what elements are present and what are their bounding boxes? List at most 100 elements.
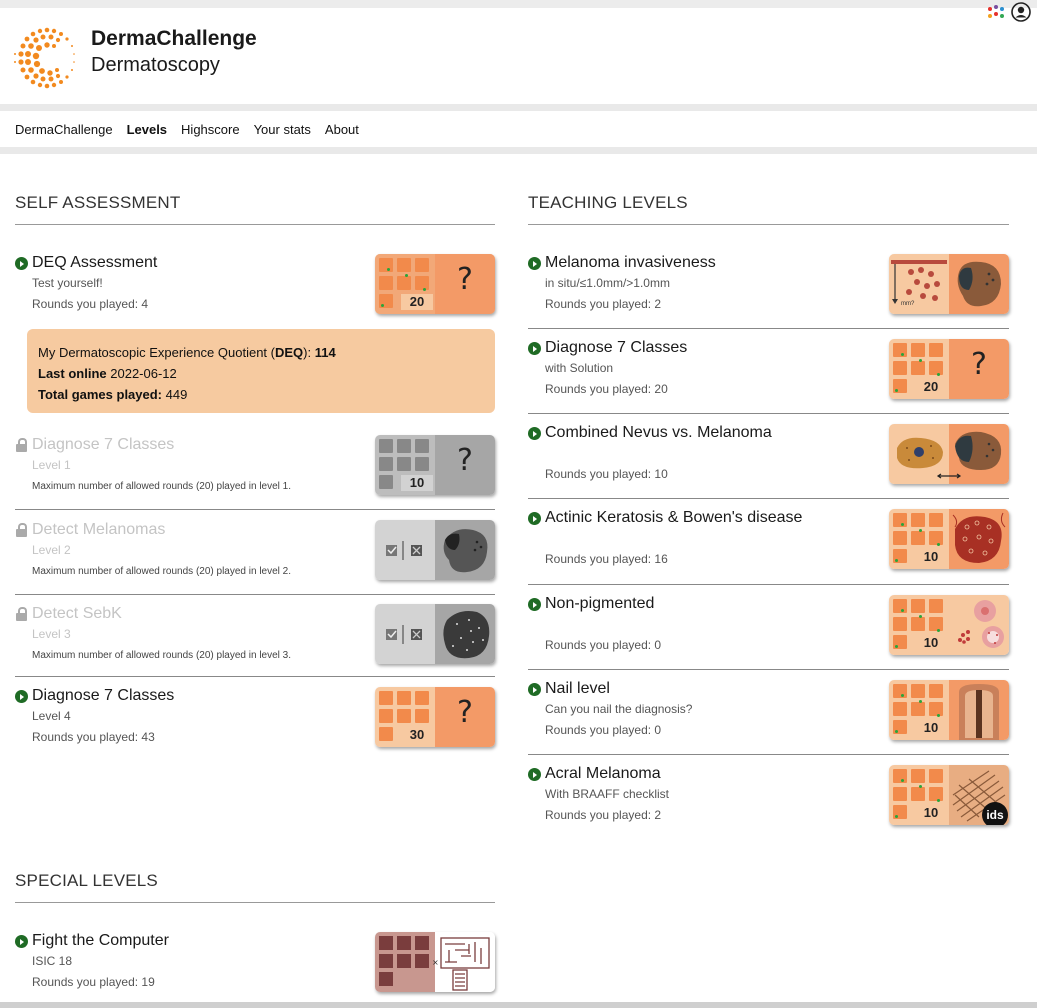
header-icons [986, 2, 1031, 22]
level-name[interactable]: Melanoma invasiveness [545, 254, 716, 272]
section-rule [528, 224, 1009, 225]
nav-about[interactable]: About [325, 122, 359, 137]
special-levels-title: SPECIAL LEVELS [15, 871, 158, 890]
nav-dermachallenge[interactable]: DermaChallenge [15, 122, 113, 137]
question-icon: ? [457, 443, 473, 478]
level-sub: Level 1 [32, 458, 71, 472]
level-thumbnail [375, 520, 495, 580]
level-name[interactable]: Fight the Computer [32, 932, 169, 950]
play-icon[interactable] [528, 768, 541, 781]
nav-levels[interactable]: Levels [127, 122, 167, 137]
level-rounds: Rounds you played: 19 [32, 975, 155, 989]
thumb-label: mm? [901, 301, 915, 307]
level-thumbnail[interactable]: 10 [889, 509, 1009, 569]
total-games-value: 449 [165, 387, 188, 402]
level-name[interactable]: Nail level [545, 680, 610, 698]
thumb-number: 10 [401, 475, 433, 491]
play-icon[interactable] [15, 257, 28, 270]
level-rounds: Rounds you played: 43 [32, 730, 155, 744]
level-rounds: Rounds you played: 2 [545, 297, 662, 311]
level-thumbnail[interactable]: 10 ids [889, 765, 1009, 825]
level-thumbnail[interactable] [889, 424, 1009, 484]
section-rule [15, 224, 495, 225]
play-icon[interactable] [528, 427, 541, 440]
level-note: Maximum number of allowed rounds (20) pl… [32, 650, 292, 661]
nav-highscore[interactable]: Highscore [181, 122, 240, 137]
play-icon[interactable] [528, 257, 541, 270]
thumb-number: 20 [401, 294, 433, 310]
level-note: Maximum number of allowed rounds (20) pl… [32, 566, 292, 577]
nail-image [959, 684, 999, 740]
brand-subtitle: Dermatoscopy [91, 54, 220, 76]
level-thumbnail[interactable]: 30 ? [375, 687, 495, 747]
level-rounds: Rounds you played: 0 [545, 638, 662, 652]
combined-nevus-image [889, 424, 1009, 484]
level-sub: Level 2 [32, 543, 71, 557]
actinic-lesion-image [952, 512, 1006, 563]
play-icon[interactable] [15, 690, 28, 703]
play-icon[interactable] [528, 598, 541, 611]
level-thumbnail: 10 ? [375, 435, 495, 495]
level-sub: in situ/≤1.0mm/>1.0mm [545, 276, 670, 290]
brand-title: DermaChallenge [91, 27, 257, 50]
divider [528, 413, 1009, 414]
divider [528, 328, 1009, 329]
apps-dots-icon[interactable] [986, 4, 1006, 20]
computer-maze-image: × [375, 932, 495, 992]
deq-summary-box: My Dermatoscopic Experience Quotient (DE… [27, 329, 495, 413]
level-sub: With BRAAFF checklist [545, 787, 670, 801]
thumb-number: 10 [915, 720, 947, 736]
thumb-number: 30 [401, 727, 433, 743]
main-nav: DermaChallenge Levels Highscore Your sta… [0, 111, 1037, 147]
level-name[interactable]: DEQ Assessment [32, 254, 157, 272]
question-icon: ? [457, 695, 473, 730]
play-icon[interactable] [528, 342, 541, 355]
lock-icon [16, 607, 27, 621]
level-name[interactable]: Acral Melanoma [545, 765, 661, 783]
divider [528, 754, 1009, 755]
level-thumbnail [375, 604, 495, 664]
level-rounds: Rounds you played: 20 [545, 382, 668, 396]
ids-badge: ids [982, 802, 1008, 825]
checkbox-lesion-image [375, 520, 495, 580]
self-assessment-title: SELF ASSESSMENT [15, 193, 181, 212]
level-sub: Level 4 [32, 709, 71, 723]
level-rounds: Rounds you played: 2 [545, 808, 662, 822]
main-content: SELF ASSESSMENT DEQ Assessment Test your… [0, 154, 1037, 1002]
logo-icon[interactable] [12, 24, 82, 90]
level-name[interactable]: Diagnose 7 Classes [545, 339, 687, 357]
user-icon[interactable] [1011, 2, 1031, 22]
level-sub: Can you nail the diagnosis? [545, 702, 693, 716]
level-note: Maximum number of allowed rounds (20) pl… [32, 481, 292, 492]
question-icon: ? [457, 262, 473, 297]
total-games-line: Total games played: 449 [38, 387, 188, 402]
level-name[interactable]: Diagnose 7 Classes [32, 687, 174, 705]
top-strip [0, 0, 1037, 8]
level-name[interactable]: Actinic Keratosis & Bowen's disease [545, 509, 802, 527]
play-icon[interactable] [528, 512, 541, 525]
last-online-value: 2022-06-12 [110, 366, 177, 381]
level-sub: Test yourself! [32, 276, 103, 290]
level-rounds: Rounds you played: 16 [545, 552, 668, 566]
thumb-number: 20 [915, 379, 947, 395]
level-thumbnail[interactable]: 20 ? [375, 254, 495, 314]
thumb-number: 10 [915, 635, 947, 651]
level-thumbnail[interactable]: 20 ? [889, 339, 1009, 399]
level-thumbnail[interactable]: × [375, 932, 495, 992]
level-thumbnail[interactable]: 10 [889, 595, 1009, 655]
level-name[interactable]: Combined Nevus vs. Melanoma [545, 424, 772, 442]
teaching-levels-title: TEACHING LEVELS [528, 193, 688, 212]
play-icon[interactable] [15, 935, 28, 948]
level-rounds: Rounds you played: 10 [545, 467, 668, 481]
play-icon[interactable] [528, 683, 541, 696]
divider [15, 509, 495, 510]
level-thumbnail[interactable]: mm? [889, 254, 1009, 314]
level-thumbnail[interactable]: 10 [889, 680, 1009, 740]
lock-icon [16, 523, 27, 537]
level-name[interactable]: Non-pigmented [545, 595, 654, 613]
bottom-strip [0, 1002, 1037, 1008]
divider [15, 594, 495, 595]
nav-your-stats[interactable]: Your stats [254, 122, 311, 137]
checkbox-sebk-image [375, 604, 495, 664]
deq-quotient-line: My Dermatoscopic Experience Quotient (DE… [38, 345, 336, 360]
